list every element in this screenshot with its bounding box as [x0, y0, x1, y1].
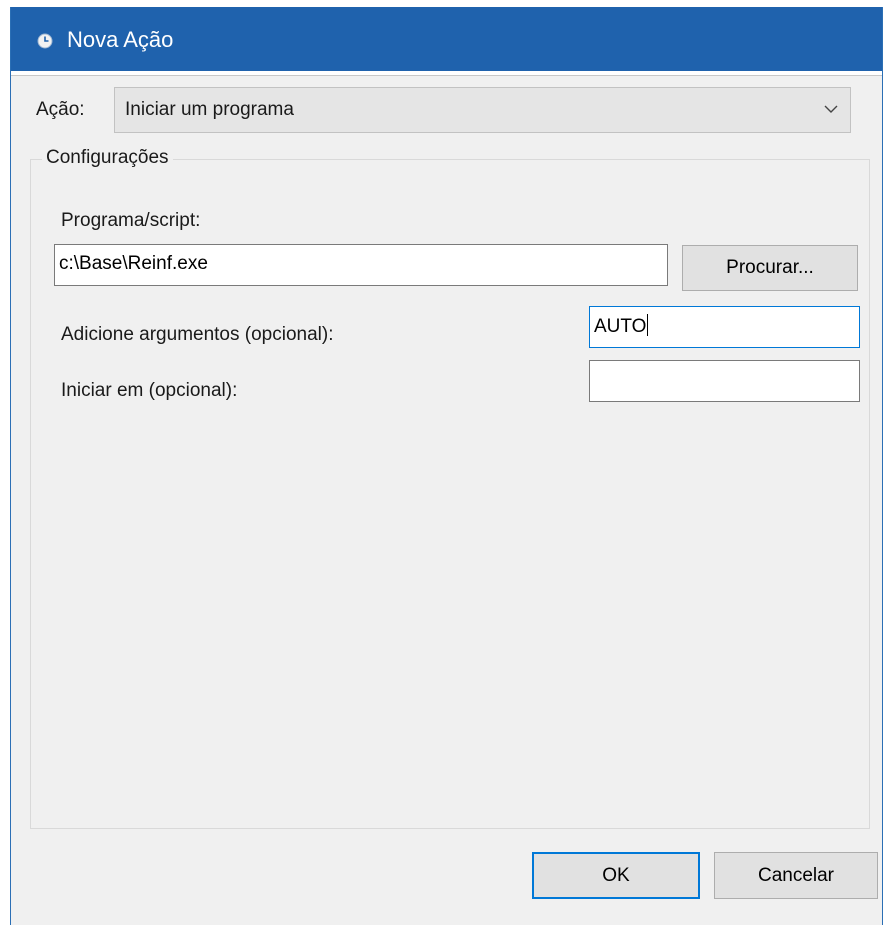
action-dropdown[interactable]: Iniciar um programa: [114, 87, 851, 133]
browse-button-label: Procurar...: [726, 257, 814, 278]
start-in-input[interactable]: [589, 360, 860, 402]
arguments-input[interactable]: AUTO: [589, 306, 860, 348]
program-input[interactable]: c:\Base\Reinf.exe: [54, 244, 668, 286]
title-separator: [11, 71, 882, 76]
title-bar: Nova Ação: [11, 7, 882, 71]
clock-icon: [37, 33, 53, 49]
window-title: Nova Ação: [67, 27, 174, 52]
text-caret: [647, 314, 649, 336]
browse-button[interactable]: Procurar...: [682, 245, 858, 291]
action-dropdown-value: Iniciar um programa: [125, 99, 294, 120]
chevron-down-icon[interactable]: [824, 104, 838, 114]
settings-group-title: Configurações: [42, 146, 173, 170]
ok-button[interactable]: OK: [532, 852, 700, 899]
new-action-dialog: Nova Ação Ação: Iniciar um programa Conf…: [10, 7, 883, 925]
ok-button-label: OK: [602, 865, 630, 886]
cancel-button-label: Cancelar: [757, 865, 835, 886]
arguments-value: AUTO: [594, 316, 647, 337]
program-label: Programa/script:: [61, 210, 201, 231]
arguments-label: Adicione argumentos (opcional):: [61, 324, 334, 345]
action-label: Ação:: [36, 99, 85, 120]
start-in-label: Iniciar em (opcional):: [61, 380, 238, 401]
cancel-button[interactable]: Cancelar: [714, 852, 878, 899]
